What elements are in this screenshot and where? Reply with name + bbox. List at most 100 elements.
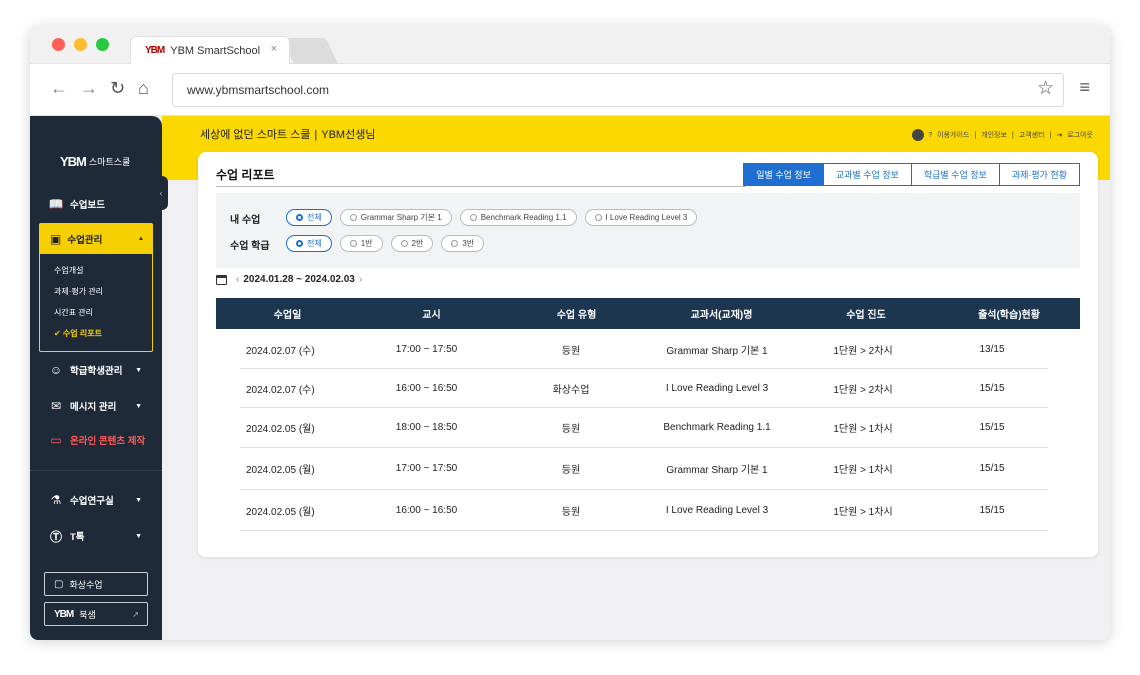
cell-period: 16:00 ~ 16:50 [395, 382, 458, 394]
prev-week-icon[interactable]: ‹ [236, 274, 239, 285]
caret-up-icon: ▲ [138, 236, 144, 242]
chevron-down-icon: ▼ [135, 532, 142, 540]
link-guide[interactable]: 이용가이드 [937, 130, 969, 140]
chip-label: 2반 [411, 239, 424, 248]
bookmark-star-icon[interactable]: ☆ [1037, 77, 1054, 100]
chip-grade-3[interactable]: 3반 [441, 235, 485, 252]
link-privacy[interactable]: 개인정보 [981, 130, 1007, 140]
close-window-button[interactable] [52, 38, 65, 51]
tab-subject[interactable]: 교과별 수업 정보 [822, 163, 912, 186]
title-underline [216, 186, 746, 187]
table-row[interactable]: 2024.02.05 (월) 18:00 ~ 18:50 등원 Benchmar… [240, 408, 1048, 448]
column-header: 교시 [422, 310, 441, 321]
sidebar-item-label: 학급학생관리 [70, 366, 123, 377]
sidebar-sub-assignment[interactable]: 과제·평가 관리 [54, 286, 103, 297]
sidebar-sub-class-open[interactable]: 수업개설 [54, 265, 83, 276]
chip-grade-2[interactable]: 2반 [390, 235, 434, 252]
cell-period: 17:00 ~ 17:50 [395, 343, 458, 355]
ybm-logo-icon: YBM [145, 45, 165, 56]
chip-grade-1[interactable]: 1반 [339, 235, 383, 252]
video-class-button[interactable]: ▢ 화상수업 [44, 572, 148, 596]
column-header: 수업일 [273, 310, 302, 321]
radio-icon [349, 214, 357, 221]
chip-grammar-sharp[interactable]: Grammar Sharp 기본 1 [339, 209, 452, 226]
tab-title: YBM SmartSchool [170, 44, 261, 57]
radio-icon [469, 214, 477, 221]
chevron-down-icon: ▼ [135, 496, 142, 504]
filter-panel: 내 수업 전체 Grammar Sharp 기본 1 Benchmark Rea… [216, 193, 1080, 268]
sidebar-item-online-content[interactable]: ▭ 온라인 콘텐츠 제작 [48, 430, 158, 450]
sidebar-item-class-board[interactable]: 📖 수업보드 [48, 194, 158, 214]
column-header: 수업 진도 [846, 310, 886, 321]
sidebar: YBM 스마트스쿨 ‹ 📖 수업보드 ▣ 수업관리 ▲ 수업개설 과제·평가 관… [30, 116, 168, 640]
browser-tab[interactable]: YBM YBM SmartSchool × [130, 36, 290, 64]
monitor-icon: ▭ [50, 433, 62, 447]
teacher-name: YBM선생님 [321, 129, 376, 141]
cell-type: 등원 [561, 465, 581, 476]
table-row[interactable]: 2024.02.07 (수) 17:00 ~ 17:50 등원 Grammar … [240, 330, 1048, 369]
cell-period: 18:00 ~ 18:50 [395, 422, 458, 433]
chip-my-class-all[interactable]: 전체 [286, 209, 332, 226]
sidebar-item-t-talk[interactable]: Ⓣ T톡 ▼ [48, 526, 158, 546]
chip-label: 1반 [360, 239, 373, 248]
url-field[interactable]: www.ybmsmartschool.com [172, 73, 1064, 107]
radio-icon [594, 214, 602, 221]
calendar-icon[interactable] [216, 274, 227, 285]
cell-period: 16:00 ~ 16:50 [395, 504, 458, 516]
greeting: 세상에 없던 스마트 스쿨 | YBM선생님 [200, 129, 376, 141]
table-row[interactable]: 2024.02.05 (월) 17:00 ~ 17:50 등원 Grammar … [240, 448, 1048, 490]
table-row[interactable]: 2024.02.07 (수) 16:00 ~ 16:50 화상수업 I Love… [240, 369, 1048, 408]
help-icon: ? [928, 131, 933, 139]
tab-assignment[interactable]: 과제·평가 현황 [998, 163, 1080, 186]
tab-close-icon[interactable]: × [271, 43, 277, 55]
minimize-window-button[interactable] [74, 38, 87, 51]
cell-textbook: I Love Reading Level 3 [665, 504, 769, 516]
back-icon[interactable]: ← [50, 78, 68, 99]
sidebar-item-research[interactable]: ⚗ 수업연구실 ▼ [48, 490, 158, 510]
radio-icon [349, 240, 357, 247]
group-icon: ☺ [49, 363, 63, 377]
table-row[interactable]: 2024.02.05 (월) 16:00 ~ 16:50 등원 I Love R… [240, 490, 1048, 531]
sidebar-sub-timetable[interactable]: 시간표 관리 [54, 307, 93, 318]
booksam-button[interactable]: YBM 북샘 ↗ [44, 602, 148, 626]
sidebar-item-student-management[interactable]: ☺ 학급학생관리 ▼ [48, 360, 158, 380]
cell-attendance: 15/15 [979, 504, 1005, 516]
tab-daily[interactable]: 일별 수업 정보 [743, 163, 824, 186]
reload-icon[interactable]: ↻ [110, 78, 125, 99]
link-logout[interactable]: 로그아웃 [1067, 130, 1093, 140]
report-tabs: 일별 수업 정보 교과별 수업 정보 학급별 수업 정보 과제·평가 현황 [743, 163, 1080, 186]
cell-textbook: Grammar Sharp 기본 1 [666, 345, 768, 357]
sidebar-item-label: 수업연구실 [70, 496, 114, 507]
zoom-window-button[interactable] [96, 38, 109, 51]
tab-class[interactable]: 학급별 수업 정보 [910, 163, 1000, 186]
cell-attendance: 13/15 [979, 343, 1005, 355]
cell-textbook: Benchmark Reading 1.1 [663, 422, 771, 433]
date-range-selector: ‹ 2024.01.28 ~ 2024.02.03 › [216, 274, 366, 285]
next-week-icon[interactable]: › [359, 274, 362, 285]
chip-label: Benchmark Reading 1.1 [480, 213, 567, 222]
sidebar-item-label: 수업관리 [67, 235, 103, 246]
column-header: 수업 유형 [556, 310, 597, 321]
new-tab-button[interactable] [281, 38, 339, 64]
chip-grade-all[interactable]: 전체 [286, 235, 332, 252]
cell-attendance: 15/15 [979, 422, 1005, 433]
presentation-icon: ▣ [50, 232, 62, 246]
cell-progress: 1단원 > 1차시 [833, 424, 893, 435]
forward-icon[interactable]: → [80, 78, 98, 99]
sidebar-item-message[interactable]: ✉ 메시지 관리 ▼ [48, 396, 158, 416]
video-class-label: 화상수업 [69, 579, 103, 590]
sidebar-item-class-management[interactable]: ▣ 수업관리 ▲ [40, 224, 152, 254]
chip-benchmark-reading[interactable]: Benchmark Reading 1.1 [459, 209, 577, 226]
cell-progress: 1단원 > 2차시 [833, 384, 893, 396]
cell-type: 등원 [561, 424, 581, 435]
home-icon[interactable]: ⌂ [138, 78, 149, 99]
sidebar-sub-class-report[interactable]: ✔ 수업 리포트 [54, 328, 102, 339]
browser-menu-icon[interactable]: ≡ [1079, 77, 1090, 98]
chip-i-love-reading[interactable]: I Love Reading Level 3 [584, 209, 698, 226]
chevron-down-icon: ▼ [135, 366, 142, 374]
sidebar-group-class-management: ▣ 수업관리 ▲ 수업개설 과제·평가 관리 시간표 관리 ✔ 수업 리포트 [39, 223, 153, 352]
link-support[interactable]: 고객센터 [1019, 130, 1045, 140]
avatar[interactable] [912, 129, 925, 141]
sidebar-item-label: 메시지 관리 [70, 402, 117, 413]
sidebar-brand[interactable]: YBM 스마트스쿨 [60, 154, 130, 169]
